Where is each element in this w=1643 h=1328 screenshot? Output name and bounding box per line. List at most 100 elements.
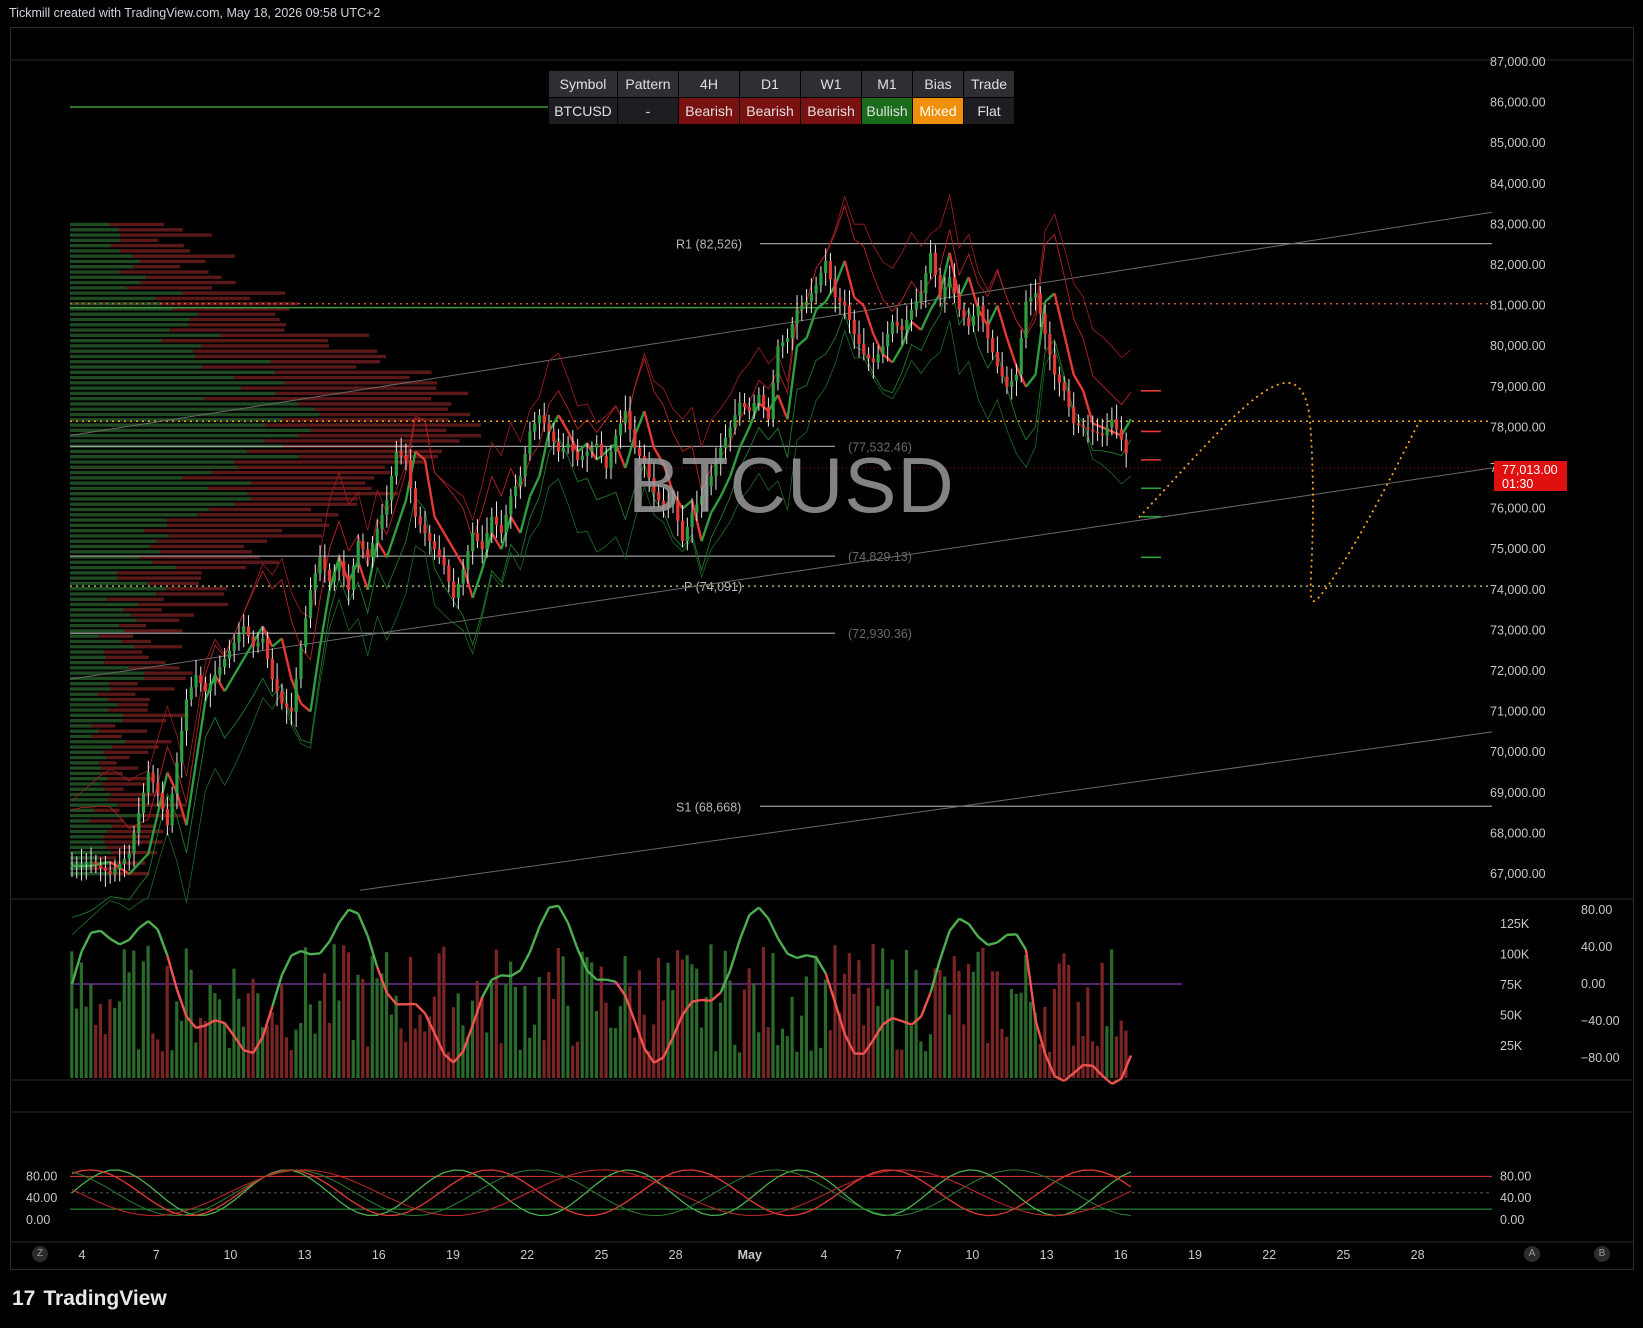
time-axis-label: 19 xyxy=(446,1248,460,1262)
candle-body xyxy=(242,626,246,635)
candle-body xyxy=(952,277,957,294)
candle-body xyxy=(404,455,408,460)
time-axis-label: 25 xyxy=(594,1248,608,1262)
volume-bar xyxy=(122,949,126,1078)
volume-profile-bar xyxy=(103,650,143,654)
volume-profile-bar xyxy=(144,528,283,533)
candle-body xyxy=(804,301,809,306)
volume-profile-bar xyxy=(70,243,111,248)
volume-bar xyxy=(308,1004,312,1078)
log-scale-button[interactable]: B xyxy=(1594,1246,1610,1262)
volume-bar xyxy=(346,952,351,1078)
candle-body xyxy=(833,279,837,298)
volume-profile-bar xyxy=(124,629,183,633)
col-trade: Trade xyxy=(963,70,1015,98)
oscillator-segment xyxy=(80,932,93,953)
candle-body xyxy=(356,541,360,566)
channel-lower xyxy=(359,731,1493,891)
volume-profile-bar xyxy=(156,539,268,543)
volume-bar xyxy=(389,1014,393,1078)
candle-body xyxy=(361,541,365,550)
volume-bar xyxy=(146,945,150,1078)
candle-body xyxy=(919,293,923,302)
volume-profile-bar xyxy=(197,312,276,316)
candle-body xyxy=(113,868,117,874)
time-axis: 4 7 10 13 16 19 22 25 28 May 4 7 10 13 16 19 22 25 28 xyxy=(79,1248,1425,1262)
volume-bar xyxy=(699,1027,704,1078)
col-bias: Bias xyxy=(912,70,964,98)
volume-bar xyxy=(404,1041,408,1078)
volume-bar xyxy=(380,973,384,1078)
volume-bar xyxy=(504,983,508,1078)
stochastic-axis-label-left: 0.00 xyxy=(26,1213,50,1227)
volume-bar xyxy=(957,970,961,1078)
oscillator-segment xyxy=(280,954,293,976)
projection-path xyxy=(1138,382,1421,602)
volume-profile-bar xyxy=(110,687,175,691)
moving-average-segment xyxy=(853,296,865,307)
oscillator-axis-label: 40.00 xyxy=(1581,940,1612,954)
volume-bar xyxy=(318,1000,322,1078)
volume-profile-bar xyxy=(70,291,182,295)
volume-profile-bar xyxy=(70,771,101,776)
time-axis-label: 28 xyxy=(1411,1248,1425,1262)
volume-profile-bar xyxy=(170,328,285,332)
volume-profile-bar xyxy=(70,365,202,369)
volume-bar xyxy=(766,1027,770,1078)
oscillator-segment xyxy=(348,908,359,915)
volume-bar xyxy=(1043,1006,1047,1078)
candle-body xyxy=(929,252,933,274)
candle-body xyxy=(1048,334,1052,355)
volume-profile-bar xyxy=(108,708,148,712)
volume-bar xyxy=(337,1000,341,1078)
candle-body xyxy=(156,782,160,793)
tradingview-logo[interactable]: 17 TradingView xyxy=(12,1287,167,1311)
volume-profile-bar xyxy=(70,296,156,301)
oscillator-segment xyxy=(528,926,541,953)
candle-body xyxy=(75,864,79,867)
volume-profile-bar xyxy=(125,740,172,744)
col-m1: M1 xyxy=(861,70,913,98)
candle-body xyxy=(1043,313,1047,335)
candle-body xyxy=(389,476,394,501)
volume-profile-bar xyxy=(70,729,100,733)
volume-profile-bar xyxy=(70,734,92,739)
volume-bar xyxy=(986,1042,990,1078)
volume-bar xyxy=(442,946,446,1078)
volume-bar xyxy=(103,1034,107,1078)
volume-profile-bar xyxy=(70,534,169,538)
col-pattern: Pattern xyxy=(617,70,679,98)
candle-body xyxy=(261,638,265,643)
volume-profile-bar xyxy=(70,645,135,649)
auto-scale-button[interactable]: A xyxy=(1524,1246,1540,1262)
oscillator-segment xyxy=(510,969,522,978)
volume-profile-bar xyxy=(110,243,184,248)
candle-body xyxy=(824,260,828,274)
time-axis-label: 7 xyxy=(153,1248,160,1262)
candle-body xyxy=(194,675,198,688)
volume-bar xyxy=(1057,963,1061,1078)
candle-body xyxy=(881,346,885,355)
price-axis-label: 83,000.00 xyxy=(1490,217,1546,231)
volume-profile-bar xyxy=(70,333,221,338)
oscillator-segment xyxy=(99,929,111,940)
chart-canvas[interactable]: R1 (82,526)(77,532.46)(74,829.13)P (74,0… xyxy=(0,0,1643,1328)
volume-bar xyxy=(418,1014,422,1078)
oscillator-segment xyxy=(128,927,140,941)
volume-profile-bar xyxy=(70,560,153,564)
candle-body xyxy=(857,334,861,345)
volume-bar xyxy=(356,974,360,1078)
volume-bar xyxy=(361,978,365,1078)
volume-bar xyxy=(542,1040,546,1078)
volume-axis-label: 75K xyxy=(1500,978,1523,992)
volume-profile-bar xyxy=(70,449,248,454)
candle-body xyxy=(785,338,790,343)
oscillator-segment xyxy=(729,939,741,971)
scale-button-z[interactable]: Z xyxy=(32,1246,48,1262)
volume-bar xyxy=(208,984,212,1078)
candle-body xyxy=(800,305,804,310)
volume-profile-bar xyxy=(70,750,103,755)
volume-profile-bar xyxy=(140,280,236,285)
candle-body xyxy=(590,447,594,452)
oscillator-segment xyxy=(357,913,369,937)
